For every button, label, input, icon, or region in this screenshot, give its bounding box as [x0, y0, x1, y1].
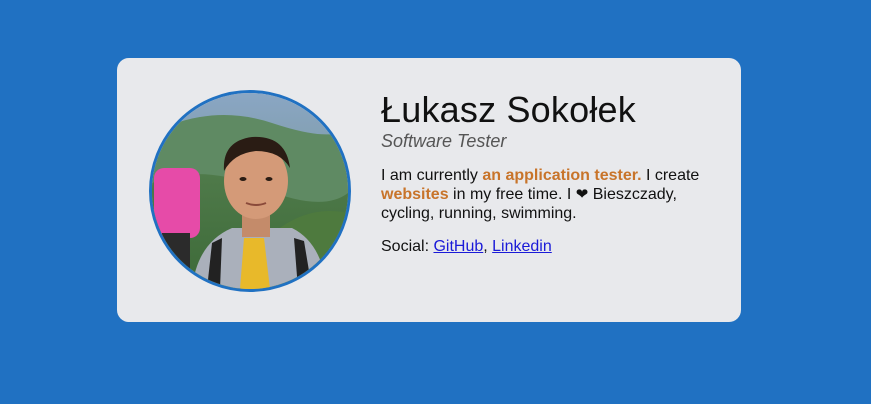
profile-bio: I am currently an application tester. I …: [381, 166, 721, 223]
bio-highlight-websites: websites: [381, 186, 449, 203]
bio-text: in my free time. I: [448, 186, 576, 203]
heart-icon: ❤: [575, 186, 589, 203]
social-label: Social:: [381, 238, 434, 255]
avatar-photo: [152, 93, 348, 289]
profile-name: Łukasz Sokołek: [381, 89, 636, 130]
linkedin-link[interactable]: Linkedin: [492, 238, 552, 255]
bio-text: I am currently: [381, 167, 483, 184]
avatar: [149, 90, 351, 292]
profile-info: Łukasz Sokołek Software Tester I am curr…: [381, 90, 721, 256]
profile-card: Łukasz Sokołek Software Tester I am curr…: [117, 58, 741, 322]
social-separator: ,: [483, 238, 493, 255]
profile-role: Software Tester: [381, 131, 507, 151]
github-link[interactable]: GitHub: [433, 238, 483, 255]
bio-highlight-job: an application tester.: [482, 167, 642, 184]
bio-text: I create: [641, 167, 700, 184]
social-links: Social: GitHub, Linkedin: [381, 237, 721, 256]
